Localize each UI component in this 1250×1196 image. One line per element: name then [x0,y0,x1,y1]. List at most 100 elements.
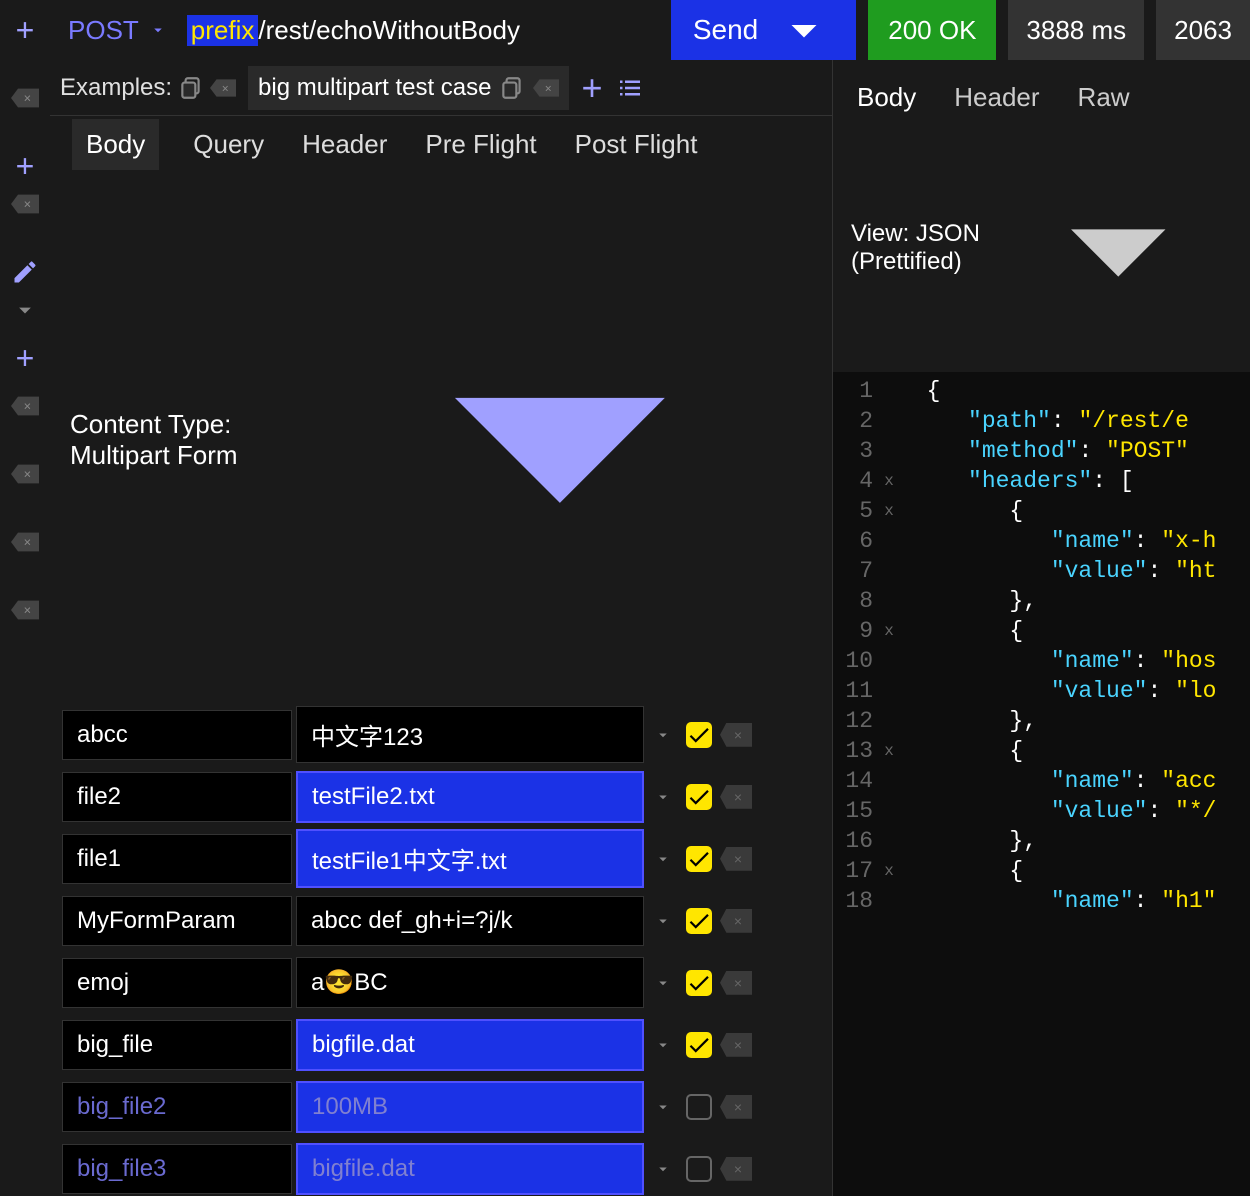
request-tab-post-flight[interactable]: Post Flight [571,123,702,166]
form-delete-button[interactable]: × [720,785,752,809]
form-enable-checkbox[interactable] [686,722,712,748]
chevron-down-icon[interactable] [308,188,812,692]
response-tab-header[interactable]: Header [950,76,1043,119]
json-line: 7 "value": "ht [833,556,1250,586]
json-line: 3 "method": "POST" [833,436,1250,466]
fold-toggle[interactable]: x [879,496,899,526]
http-method-select[interactable]: POST [60,15,175,46]
form-enable-checkbox[interactable] [686,1094,712,1120]
form-value-input[interactable]: a😎BC [296,957,644,1008]
form-enable-checkbox[interactable] [686,1156,712,1182]
form-enable-checkbox[interactable] [686,1032,712,1058]
form-enable-checkbox[interactable] [686,908,712,934]
close-tab-icon[interactable]: × [11,84,39,112]
form-delete-button[interactable]: × [720,1095,752,1119]
list-examples-icon[interactable] [615,73,645,103]
form-key-input[interactable]: MyFormParam [62,896,292,946]
form-value-input[interactable]: abcc def_gh+i=?j/k [296,896,644,946]
close-tab-icon-5[interactable]: × [11,528,39,556]
json-line: 8 }, [833,586,1250,616]
form-value-file[interactable]: testFile2.txt [296,771,644,823]
form-key-input[interactable]: emoj [62,958,292,1008]
form-key-input[interactable]: file1 [62,834,292,884]
form-value-file[interactable]: 100MB [296,1081,644,1133]
examples-label: Examples: [60,74,172,102]
form-type-dropdown[interactable] [654,912,672,930]
fold-toggle[interactable]: x [879,616,899,646]
json-line: 13x { [833,736,1250,766]
form-type-dropdown[interactable] [654,1036,672,1054]
response-tab-body[interactable]: Body [853,76,920,119]
response-status-code: 200 OK [868,0,996,60]
form-key-input[interactable]: big_file2 [62,1082,292,1132]
close-tab-icon-4[interactable]: × [11,460,39,488]
send-button[interactable]: Send [671,0,856,60]
request-tab-body[interactable]: Body [72,119,159,170]
form-key-input[interactable]: big_file [62,1020,292,1070]
json-line: 11 "value": "lo [833,676,1250,706]
form-key-input[interactable]: abcc [62,710,292,760]
fold-toggle[interactable]: x [879,736,899,766]
close-tab-icon-6[interactable]: × [11,596,39,624]
form-value-file[interactable]: testFile1中文字.txt [296,829,644,888]
form-delete-button[interactable]: × [720,1157,752,1181]
form-row: abcc中文字123 × [62,708,820,762]
form-enable-checkbox[interactable] [686,970,712,996]
request-tab-query[interactable]: Query [189,123,268,166]
form-value-file[interactable]: bigfile.dat [296,1019,644,1071]
fold-toggle[interactable]: x [879,856,899,886]
form-type-dropdown[interactable] [654,788,672,806]
copy-icon[interactable] [178,75,204,101]
form-key-input[interactable]: big_file3 [62,1144,292,1194]
add-example-icon[interactable]: + [581,67,602,109]
form-type-dropdown[interactable] [654,974,672,992]
pencil-icon[interactable] [11,258,39,286]
form-delete-button[interactable]: × [720,723,752,747]
request-tab-header[interactable]: Header [298,123,391,166]
form-delete-button[interactable]: × [720,1033,752,1057]
content-type-select[interactable]: Content Type: Multipart Form [70,409,298,471]
url-input[interactable]: prefix/rest/echoWithoutBody [187,15,659,46]
form-key-input[interactable]: file2 [62,772,292,822]
response-body-view[interactable]: 1 {2 "path": "/rest/e3 "method": "POST"4… [833,372,1250,1196]
json-code: "headers": [ [899,466,1134,496]
add-icon[interactable]: + [11,152,39,180]
close-example-icon[interactable]: × [533,75,559,101]
json-line: 10 "name": "hos [833,646,1250,676]
form-enable-checkbox[interactable] [686,784,712,810]
request-tab-pre-flight[interactable]: Pre Flight [421,123,540,166]
form-type-dropdown[interactable] [654,1098,672,1116]
form-delete-button[interactable]: × [720,971,752,995]
close-tab-icon-3[interactable]: × [11,392,39,420]
json-code: "value": "*/ [899,796,1216,826]
form-row: file2testFile2.txt × [62,770,820,824]
form-type-dropdown[interactable] [654,726,672,744]
new-request-icon[interactable]: + [11,16,39,44]
form-row: file1testFile1中文字.txt × [62,832,820,886]
json-code: { [899,856,1023,886]
form-delete-button[interactable]: × [720,909,752,933]
json-code: "name": "h1" [899,886,1216,916]
view-mode-select[interactable]: View: JSON (Prettified) [851,220,997,276]
form-type-dropdown[interactable] [654,1160,672,1178]
form-type-dropdown[interactable] [654,850,672,868]
svg-text:×: × [24,535,32,550]
json-code: "name": "hos [899,646,1216,676]
svg-text:×: × [24,467,32,482]
form-value-input[interactable]: 中文字123 [296,706,644,763]
url-path: /rest/echoWithoutBody [258,15,520,46]
close-tab-icon-2[interactable]: × [11,190,39,218]
add-icon-2[interactable]: + [11,344,39,372]
fold-toggle[interactable]: x [879,466,899,496]
form-enable-checkbox[interactable] [686,846,712,872]
close-example-icon[interactable]: × [210,75,236,101]
copy-icon[interactable] [499,75,525,101]
response-tab-raw[interactable]: Raw [1074,76,1134,119]
json-code: "name": "x-h [899,526,1216,556]
chevron-down-icon[interactable] [1005,135,1232,362]
form-delete-button[interactable]: × [720,847,752,871]
chevron-down-icon[interactable] [11,296,39,324]
example-tab-active[interactable]: big multipart test case × [248,66,569,110]
json-line: 12 }, [833,706,1250,736]
form-value-file[interactable]: bigfile.dat [296,1143,644,1195]
